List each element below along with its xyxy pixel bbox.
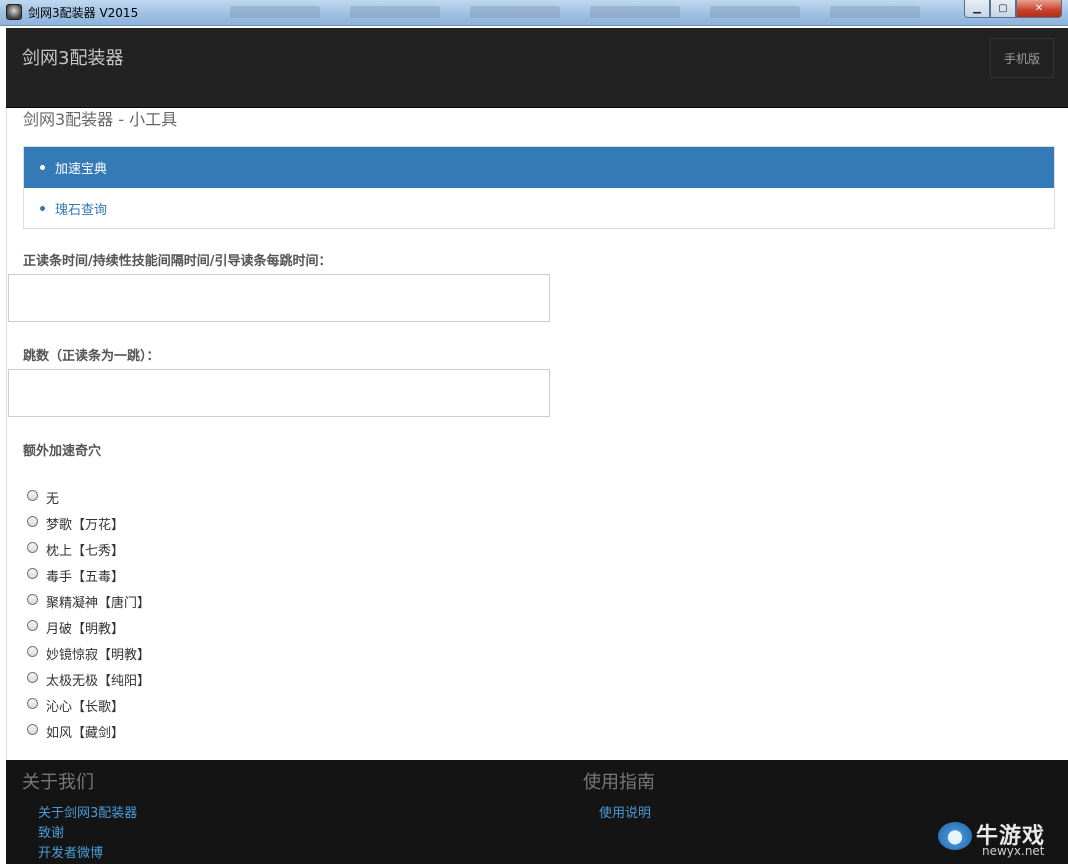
app-icon: [6, 4, 22, 20]
mobile-version-button[interactable]: 手机版: [990, 38, 1054, 78]
cow-logo-icon: [938, 822, 972, 850]
radio-button[interactable]: [27, 671, 38, 683]
bullet-icon: [40, 165, 45, 170]
taskbar-ghost: [470, 6, 560, 18]
radio-label: 月破【明教】: [46, 621, 125, 637]
radio-button[interactable]: [27, 723, 38, 735]
taskbar-ghost: [590, 6, 680, 18]
radio-option[interactable]: 沁心【长歌】: [27, 692, 150, 718]
bullet-icon: [40, 206, 45, 211]
tool-menu: 加速宝典 瑰石查询: [23, 146, 1055, 229]
extra-haste-label: 额外加速奇穴: [23, 444, 102, 459]
app-navbar: 剑网3配装器 手机版: [6, 28, 1068, 108]
radio-option[interactable]: 妙镜惊寂【明教】: [27, 640, 150, 666]
cast-time-input[interactable]: [8, 274, 550, 322]
radio-label: 妙镜惊寂【明教】: [46, 647, 151, 663]
radio-option[interactable]: 月破【明教】: [27, 614, 150, 640]
radio-button[interactable]: [27, 593, 38, 605]
footer-link-instructions[interactable]: 使用说明: [599, 802, 651, 821]
cast-time-label: 正读条时间/持续性技能间隔时间/引导读条每跳时间：: [23, 254, 332, 269]
menu-item-label: 瑰石查询: [55, 203, 108, 218]
radio-label: 毒手【五毒】: [46, 569, 125, 585]
radio-option[interactable]: 如风【藏剑】: [27, 718, 150, 744]
tick-count-label: 跳数（正读条为一跳）：: [23, 349, 160, 364]
radio-button[interactable]: [27, 645, 38, 657]
about-heading: 关于我们: [22, 772, 94, 793]
page-footer: 关于我们 关于剑网3配装器 致谢 开发者微博 使用指南 使用说明 牛游戏 new…: [6, 760, 1068, 864]
taskbar-ghost: [350, 6, 440, 18]
window-titlebar: 剑网3配装器 V2015 ▁ ▢ ✕: [0, 0, 1068, 26]
radio-option[interactable]: 梦歌【万花】: [27, 510, 150, 536]
radio-label: 梦歌【万花】: [46, 517, 125, 533]
radio-option[interactable]: 太极无极【纯阳】: [27, 666, 150, 692]
radio-button[interactable]: [27, 515, 38, 527]
radio-label: 太极无极【纯阳】: [46, 673, 151, 689]
taskbar-ghost: [710, 6, 800, 18]
radio-button[interactable]: [27, 567, 38, 579]
menu-item-label: 加速宝典: [55, 162, 108, 177]
tick-count-input[interactable]: [8, 369, 550, 417]
window-controls: ▁ ▢ ✕: [964, 0, 1062, 18]
radio-label: 聚精凝神【唐门】: [46, 595, 151, 611]
minimize-button[interactable]: ▁: [964, 0, 990, 18]
watermark: 牛游戏 newyx.net: [938, 818, 1058, 858]
close-button[interactable]: ✕: [1016, 0, 1062, 18]
maximize-button[interactable]: ▢: [990, 0, 1016, 18]
guide-heading: 使用指南: [583, 772, 655, 793]
radio-option[interactable]: 聚精凝神【唐门】: [27, 588, 150, 614]
radio-option[interactable]: 毒手【五毒】: [27, 562, 150, 588]
menu-item-speed-guide[interactable]: 加速宝典: [24, 147, 1054, 188]
window-title: 剑网3配装器 V2015: [28, 6, 139, 20]
menu-item-stone-query[interactable]: 瑰石查询: [24, 188, 1054, 229]
radio-label: 无: [46, 491, 60, 507]
watermark-url: newyx.net: [982, 844, 1045, 858]
radio-option[interactable]: 无: [27, 484, 150, 510]
radio-button[interactable]: [27, 619, 38, 631]
radio-option[interactable]: 枕上【七秀】: [27, 536, 150, 562]
radio-label: 如风【藏剑】: [46, 725, 125, 741]
radio-label: 沁心【长歌】: [46, 699, 125, 715]
footer-link-thanks[interactable]: 致谢: [38, 822, 64, 841]
radio-button[interactable]: [27, 489, 38, 501]
extra-haste-radio-group: 无 梦歌【万花】 枕上【七秀】 毒手【五毒】 聚精凝神【唐门】 月破【明教】 妙…: [27, 484, 150, 744]
navbar-brand[interactable]: 剑网3配装器: [22, 44, 123, 70]
main-content: 剑网3配装器 - 小工具 加速宝典 瑰石查询 正读条时间/持续性技能间隔时间/引…: [6, 108, 1068, 760]
radio-button[interactable]: [27, 697, 38, 709]
taskbar-ghost: [830, 6, 920, 18]
footer-link-weibo[interactable]: 开发者微博: [38, 842, 103, 861]
page-title: 剑网3配装器 - 小工具: [23, 110, 178, 129]
taskbar-ghost: [230, 6, 320, 18]
radio-button[interactable]: [27, 541, 38, 553]
radio-label: 枕上【七秀】: [46, 543, 125, 559]
footer-link-about[interactable]: 关于剑网3配装器: [38, 802, 137, 821]
